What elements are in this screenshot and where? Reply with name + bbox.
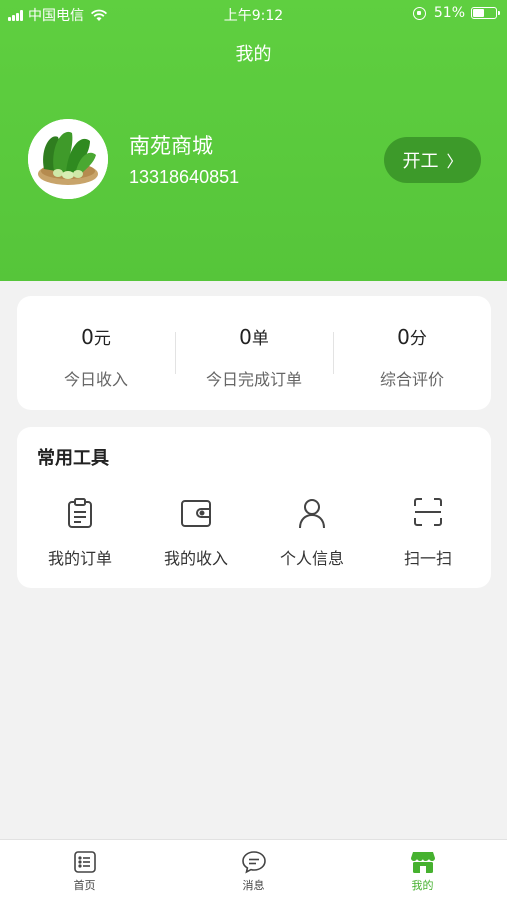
- shop-name: 南苑商城: [129, 134, 213, 158]
- stat-value: 0: [239, 325, 252, 349]
- tab-mine[interactable]: 我的: [338, 840, 507, 900]
- tool-my-income[interactable]: 我的收入: [141, 497, 251, 577]
- tab-messages[interactable]: 消息: [169, 840, 338, 900]
- page-title: 我的: [235, 44, 272, 65]
- stat-label: 今日收入: [63, 370, 128, 389]
- stat-rating[interactable]: 0分 综合评价: [333, 296, 491, 410]
- stat-today-income[interactable]: 0元 今日收入: [17, 296, 175, 410]
- tab-label: 消息: [242, 879, 265, 892]
- stat-label: 综合评价: [379, 370, 444, 389]
- rotation-lock-icon: [412, 6, 426, 20]
- chat-icon: [241, 851, 266, 874]
- vegetable-avatar-image: [28, 119, 108, 199]
- clipboard-icon: [68, 498, 92, 528]
- stat-unit: 元: [93, 329, 111, 349]
- tool-label: 我的收入: [163, 549, 228, 568]
- stat-label: 今日完成订单: [205, 370, 302, 389]
- tool-label: 我的订单: [47, 549, 112, 568]
- scan-icon: [414, 498, 442, 526]
- phone-number: 13318640851: [129, 167, 240, 187]
- tools-title: 常用工具: [37, 448, 109, 469]
- chevron-right-icon: 〉: [446, 152, 463, 171]
- stat-value: 0: [81, 325, 94, 349]
- tab-bar: 首页 消息 我的: [0, 839, 507, 900]
- tool-scan[interactable]: 扫一扫: [373, 497, 483, 577]
- list-icon: [73, 851, 96, 873]
- battery-percent: 51%: [433, 5, 465, 21]
- battery-icon: [471, 7, 500, 19]
- person-icon: [299, 499, 325, 529]
- tool-personal-info[interactable]: 个人信息: [257, 497, 367, 577]
- stats-card: 0元 今日收入 0单 今日完成订单 0分 综合评价: [17, 296, 491, 410]
- tools-card: 常用工具 我的订单 我的收入 个人信息 扫一扫: [17, 427, 491, 588]
- stat-unit: 分: [409, 329, 427, 349]
- tab-home[interactable]: 首页: [0, 840, 169, 900]
- avatar[interactable]: [28, 119, 108, 199]
- start-work-button[interactable]: 开工 〉: [384, 137, 481, 183]
- stat-today-orders[interactable]: 0单 今日完成订单: [175, 296, 333, 410]
- tab-label: 我的: [411, 879, 434, 892]
- store-icon: [410, 852, 435, 873]
- tool-label: 个人信息: [279, 549, 344, 568]
- profile-header: 中国电信 上午9:12 51% 我的 南苑商城 13318640851 开工 〉: [0, 0, 507, 281]
- stat-unit: 单: [251, 329, 269, 349]
- stat-value: 0: [397, 325, 410, 349]
- tab-label: 首页: [73, 879, 96, 892]
- tool-label: 扫一扫: [403, 549, 452, 568]
- status-bar: 中国电信 上午9:12 51%: [0, 0, 507, 28]
- start-work-label: 开工: [402, 151, 439, 172]
- wallet-icon: [181, 500, 211, 527]
- tool-my-orders[interactable]: 我的订单: [25, 497, 135, 577]
- status-right: 51%: [412, 5, 500, 21]
